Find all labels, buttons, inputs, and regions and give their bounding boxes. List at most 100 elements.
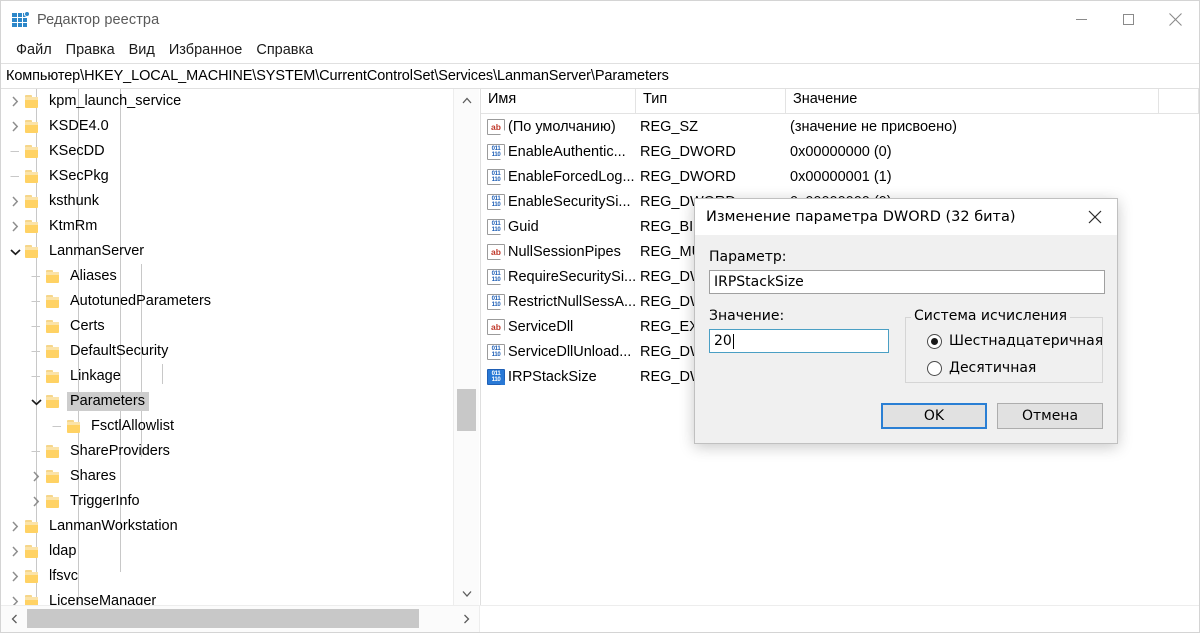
scroll-up-button[interactable] (454, 89, 479, 112)
menu-favorites[interactable]: Избранное (162, 40, 249, 61)
tree-item-shareproviders[interactable]: ShareProviders (1, 439, 453, 464)
maximize-button[interactable] (1105, 1, 1152, 38)
value-data-input[interactable]: 20 (709, 329, 889, 353)
tree-item-lfsvc[interactable]: lfsvc (1, 564, 453, 589)
tree-scrollbar-thumb[interactable] (457, 389, 476, 431)
scroll-left-button[interactable] (1, 606, 27, 632)
dword-value-icon: 011 110 (487, 168, 505, 185)
folder-icon (24, 144, 41, 159)
dword-value-icon: 011 110 (487, 268, 505, 285)
tree-item-autotunedparameters[interactable]: AutotunedParameters (1, 289, 453, 314)
chevron-right-icon[interactable] (6, 89, 24, 114)
chevron-down-icon[interactable] (6, 239, 24, 264)
menu-help[interactable]: Справка (249, 40, 320, 61)
radio-hexadecimal-indicator (927, 333, 942, 349)
radio-decimal[interactable]: Десятичная (927, 360, 1036, 376)
value-name: NullSessionPipes (508, 243, 621, 260)
column-header-value[interactable]: Значение (786, 89, 1159, 113)
tree-item-ktmrm[interactable]: KtmRm (1, 214, 453, 239)
tree-vertical-scrollbar[interactable] (453, 89, 479, 605)
tree-item-certs[interactable]: Certs (1, 314, 453, 339)
tree-item-lanmanserver[interactable]: LanmanServer (1, 239, 453, 264)
value-name: (По умолчанию) (508, 118, 616, 135)
column-header-name[interactable]: Имя (481, 89, 636, 113)
chevron-right-icon[interactable] (27, 489, 45, 514)
value-row[interactable]: ab (По умолчанию) REG_SZ (значение не присв… (481, 114, 1199, 139)
value-name: EnableForcedLog... (508, 168, 635, 185)
chevron-right-icon[interactable] (6, 189, 24, 214)
string-value-icon: ab (487, 318, 505, 335)
param-name-input[interactable]: IRPStackSize (709, 270, 1105, 294)
tree-item-triggerinfo[interactable]: TriggerInfo (1, 489, 453, 514)
chevron-right-icon[interactable] (6, 589, 24, 605)
tree-item-lanmanworkstation[interactable]: LanmanWorkstation (1, 514, 453, 539)
string-value-icon: ab (487, 118, 505, 135)
scroll-down-button[interactable] (454, 582, 479, 605)
folder-icon (45, 294, 62, 309)
tree-item-defaultsecurity[interactable]: DefaultSecurity (1, 339, 453, 364)
tree-item-linkage[interactable]: Linkage (1, 364, 453, 389)
tree-item-ksde4-0[interactable]: KSDE4.0 (1, 114, 453, 139)
value-row[interactable]: 011 110 EnableForcedLog... REG_DWORD 0x00000… (481, 164, 1199, 189)
folder-icon (24, 544, 41, 559)
tree-elbow (27, 289, 45, 314)
ok-button[interactable]: OK (881, 403, 987, 429)
horizontal-scrollbar-thumb[interactable] (27, 609, 419, 628)
menu-edit[interactable]: Правка (59, 40, 122, 61)
radio-hexadecimal-label: Шестнадцатеричная (949, 333, 1104, 349)
tree-item-ldap[interactable]: ldap (1, 539, 453, 564)
close-button[interactable] (1152, 1, 1199, 38)
dialog-body: Параметр: IRPStackSize Значение: 20 Сист… (695, 235, 1117, 443)
chevron-right-icon[interactable] (6, 539, 24, 564)
tree-item-label: KSecPkg (49, 168, 109, 184)
value-name: RestrictNullSessA... (508, 293, 637, 310)
tree-item-aliases[interactable]: Aliases (1, 264, 453, 289)
value-row[interactable]: 011 110 EnableAuthentic... REG_DWORD 0x00000… (481, 139, 1199, 164)
folder-icon (24, 94, 41, 109)
tree-horizontal-scrollbar[interactable] (1, 605, 1199, 632)
chevron-down-icon[interactable] (27, 389, 45, 414)
tree-item-fsctlallowlist[interactable]: FsctlAllowlist (1, 414, 453, 439)
dialog-titlebar: Изменение параметра DWORD (32 бита) (695, 199, 1117, 235)
column-header-pad (1159, 89, 1199, 113)
tree-item-label: Shares (70, 468, 116, 484)
tree-item-shares[interactable]: Shares (1, 464, 453, 489)
chevron-right-icon[interactable] (6, 564, 24, 589)
radio-hexadecimal[interactable]: Шестнадцатеричная (927, 333, 1103, 349)
horizontal-scroll-track[interactable] (27, 606, 453, 632)
tree-item-label: Parameters (67, 392, 149, 411)
edit-dword-dialog: Изменение параметра DWORD (32 бита) Пара… (694, 198, 1118, 444)
tree-elbow (27, 314, 45, 339)
tree-item-label: ldap (49, 543, 77, 559)
tree-item-ksthunk[interactable]: ksthunk (1, 189, 453, 214)
cancel-button[interactable]: Отмена (997, 403, 1103, 429)
folder-icon (45, 444, 62, 459)
chevron-right-icon[interactable] (6, 214, 24, 239)
chevron-right-icon[interactable] (6, 114, 24, 139)
address-bar[interactable]: Компьютер\HKEY_LOCAL_MACHINE\SYSTEM\Curr… (1, 63, 1199, 89)
chevron-right-icon[interactable] (27, 464, 45, 489)
scroll-right-button[interactable] (453, 606, 479, 632)
address-path: Компьютер\HKEY_LOCAL_MACHINE\SYSTEM\Curr… (6, 68, 669, 84)
dialog-lower-section: Значение: 20 Система исчисления Шестнадц… (709, 308, 1103, 383)
tree-elbow (27, 439, 45, 464)
tree-item-parameters[interactable]: Parameters (1, 389, 453, 414)
folder-icon (24, 169, 41, 184)
column-header-type[interactable]: Тип (636, 89, 786, 113)
radix-legend: Система исчисления (911, 308, 1071, 324)
tree-item-kpm-launch-service[interactable]: kpm_launch_service (1, 89, 453, 114)
param-name-label: Параметр: (709, 249, 787, 265)
minimize-button[interactable] (1058, 1, 1105, 38)
value-data: (значение не присвоено) (790, 118, 957, 135)
tree-item-licensemanager[interactable]: LicenseManager (1, 589, 453, 605)
menu-view[interactable]: Вид (122, 40, 162, 61)
tree-item-label: KSDE4.0 (49, 118, 109, 134)
tree-elbow (27, 264, 45, 289)
tree-item-ksecdd[interactable]: KSecDD (1, 139, 453, 164)
tree-item-label: DefaultSecurity (70, 343, 169, 359)
tree-item-ksecpkg[interactable]: KSecPkg (1, 164, 453, 189)
menu-file[interactable]: Файл (9, 40, 59, 61)
dialog-close-button[interactable] (1072, 199, 1117, 235)
tree-elbow (27, 364, 45, 389)
chevron-right-icon[interactable] (6, 514, 24, 539)
